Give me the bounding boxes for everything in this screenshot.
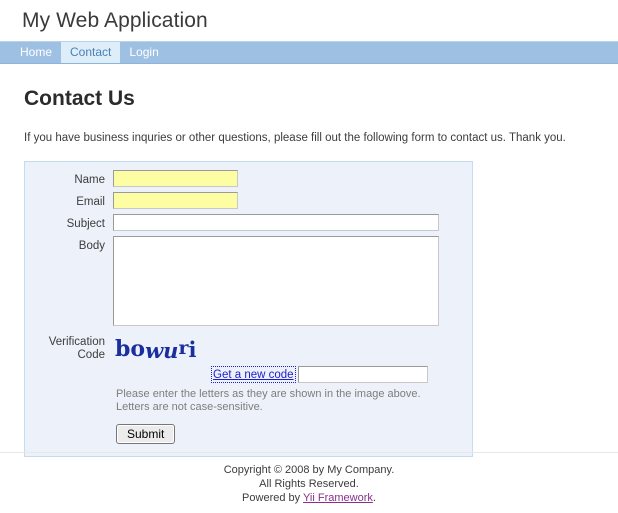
- content-area: Contact Us If you have business inquries…: [0, 86, 618, 457]
- captcha-char-4: u: [163, 337, 179, 363]
- captcha-hint-line2: Letters are not case-sensitive.: [116, 401, 263, 413]
- site-title: My Web Application: [22, 9, 208, 32]
- captcha-char-2: o: [130, 336, 146, 362]
- verification-code-input[interactable]: [297, 366, 428, 383]
- intro-text: If you have business inquries or other q…: [24, 132, 566, 144]
- yii-framework-link[interactable]: Yii Framework: [303, 492, 373, 504]
- contact-form: Name Email Subject Body Verification Cod…: [24, 161, 473, 457]
- page-header: My Web Application: [0, 0, 618, 41]
- main-navigation: Home Contact Login: [0, 41, 618, 64]
- label-email: Email: [76, 196, 105, 208]
- label-subject: Subject: [66, 218, 105, 230]
- captcha-block: b o w u r i Get a new code Please enter …: [113, 334, 428, 444]
- captcha-char-6: i: [188, 336, 197, 362]
- page-title: Contact Us: [24, 87, 135, 110]
- captcha-char-1: b: [115, 336, 131, 362]
- footer-powered-prefix: Powered by: [242, 492, 303, 504]
- footer-powered-by: Powered by Yii Framework.: [0, 491, 618, 505]
- captcha-char-5: r: [178, 337, 189, 359]
- captcha-hint-line1: Please enter the letters as they are sho…: [116, 388, 421, 400]
- label-verification-line2: Code: [77, 349, 106, 361]
- label-body: Body: [78, 240, 105, 252]
- nav-item-home[interactable]: Home: [11, 42, 61, 63]
- name-input[interactable]: [113, 170, 238, 187]
- get-new-code-link[interactable]: Get a new code: [211, 366, 296, 383]
- captcha-char-3: w: [145, 337, 164, 363]
- captcha-controls: Get a new code: [113, 366, 428, 383]
- form-row-verification-code: Verification Code b o w u r i Get a new …: [25, 334, 472, 444]
- label-verification-line1: Verification: [48, 336, 105, 348]
- footer-copyright: Copyright © 2008 by My Company.: [223, 464, 395, 476]
- nav-item-contact[interactable]: Contact: [61, 42, 121, 63]
- label-verification-code: Verification Code: [25, 334, 113, 362]
- captcha-hint: Please enter the letters as they are sho…: [113, 388, 428, 414]
- subject-input[interactable]: [113, 214, 439, 231]
- captcha-image: b o w u r i: [113, 334, 428, 364]
- nav-item-login[interactable]: Login: [120, 42, 167, 63]
- footer-rights: All Rights Reserved.: [259, 478, 359, 490]
- form-row-email: Email: [25, 192, 472, 209]
- form-row-name: Name: [25, 170, 472, 187]
- submit-wrapper: Submit: [113, 424, 428, 444]
- form-row-subject: Subject: [25, 214, 472, 231]
- page-footer: Copyright © 2008 by My Company. All Righ…: [0, 452, 618, 505]
- body-textarea[interactable]: [113, 236, 439, 326]
- label-name: Name: [74, 174, 105, 186]
- form-row-body: Body: [25, 236, 472, 326]
- footer-powered-suffix: .: [372, 492, 376, 504]
- submit-button[interactable]: Submit: [116, 424, 176, 444]
- email-input[interactable]: [113, 192, 238, 209]
